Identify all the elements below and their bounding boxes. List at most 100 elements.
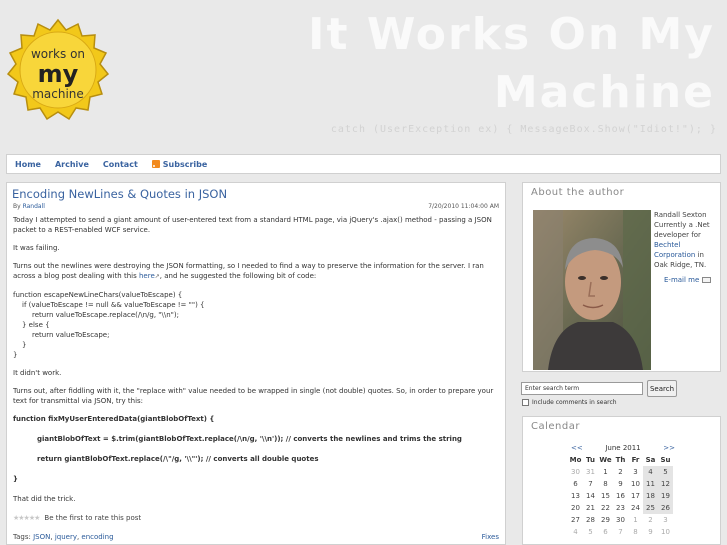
calendar-day[interactable]: 18 [643,490,658,502]
post-tags: Tags: JSON, jquery, encoding [13,533,114,541]
weekday-header: Sa [645,456,656,464]
site-title[interactable]: It Works On My Machine [265,6,715,122]
calendar-day[interactable]: 2 [613,466,628,478]
tag-link[interactable]: encoding [81,533,113,541]
calendar-day[interactable]: 24 [628,502,643,514]
calendar-day[interactable]: 5 [583,526,598,538]
company-link[interactable]: Bechtel Corporation [654,241,695,259]
code-line: return valueToEscape; [32,331,110,339]
calendar-prev-button[interactable]: << [571,444,583,452]
calendar-day[interactable]: 4 [568,526,583,538]
post-paragraph: Turns out, after fiddling with it, the "… [13,387,494,405]
calendar-next-button[interactable]: >> [663,444,675,452]
about-author-box: About the author Randall Sexton Currentl… [522,182,721,372]
calendar-day[interactable]: 17 [628,490,643,502]
site-title-line1: It Works On My [308,9,715,60]
calendar-day[interactable]: 10 [628,478,643,490]
post-paragraph: That did the trick. [13,495,76,503]
calendar-day[interactable]: 23 [613,502,628,514]
calendar-day[interactable]: 8 [628,526,643,538]
calendar-day[interactable]: 1 [628,514,643,526]
search-input[interactable] [521,382,643,395]
calendar-day[interactable]: 6 [568,478,583,490]
tag-link[interactable]: jquery [55,533,77,541]
nav-home[interactable]: Home [15,160,41,169]
weekday-header: Th [615,456,626,464]
calendar-day[interactable]: 7 [583,478,598,490]
calendar-day[interactable]: 3 [628,466,643,478]
calendar-day[interactable]: 14 [583,490,598,502]
calendar-day[interactable]: 31 [583,466,598,478]
works-on-my-machine-logo[interactable]: works on my machine [6,18,110,122]
weekday-header: Mo [569,456,582,464]
logo-text-top: works on [31,47,85,61]
code-line-bold: giantBlobOfText = $.trim(giantBlobOfText… [37,435,462,443]
calendar-day[interactable]: 8 [598,478,613,490]
code-line: function escapeNewLineChars(valueToEscap… [13,291,183,299]
code-line: } [22,341,27,349]
site-tagline: catch (UserException ex) { MessageBox.Sh… [330,124,717,135]
mail-icon [702,277,712,283]
calendar-day[interactable]: 1 [598,466,613,478]
calendar-day[interactable]: 2 [643,514,658,526]
nav-archive[interactable]: Archive [55,160,89,169]
code-line: if (valueToEscape != null && valueToEsca… [22,301,205,309]
about-title: About the author [531,187,625,198]
about-text: Randall Sexton Currently a .Net develope… [654,210,718,270]
calendar-day[interactable]: 6 [598,526,613,538]
include-comments-checkbox[interactable] [522,399,529,406]
site-title-line2: Machine [493,67,715,118]
byline-label: By [13,203,21,210]
calendar-day[interactable]: 3 [658,514,673,526]
nav-contact[interactable]: Contact [103,160,138,169]
post-title[interactable]: Encoding NewLines & Quotes in JSON [12,187,227,201]
search-button[interactable]: Search [647,380,677,397]
code-line: } else { [22,321,50,329]
code-block: function escapeNewLineChars(valueToEscap… [13,290,501,360]
calendar-day[interactable]: 15 [598,490,613,502]
calendar-day[interactable]: 5 [658,466,673,478]
post-byline: By Randall [13,203,45,210]
post-text: , and he suggested the following bit of … [159,272,317,280]
rating-stars-icon[interactable]: ★★★★★ [13,514,40,522]
calendar-day[interactable]: 25 [643,502,658,514]
category-link[interactable]: Fixes [482,533,499,541]
weekday-header: Fr [631,456,640,464]
calendar-day[interactable]: 28 [583,514,598,526]
nav-subscribe[interactable]: Subscribe [151,160,207,169]
calendar-day[interactable]: 9 [643,526,658,538]
email-label: E-mail me [664,276,700,284]
include-comments-label: Include comments in search [532,399,617,406]
weekday-header: Tu [586,456,595,464]
calendar-day[interactable]: 7 [613,526,628,538]
here-link[interactable]: here [139,272,155,280]
blog-post: Encoding NewLines & Quotes in JSON By Ra… [6,182,506,545]
calendar-box: Calendar << June 2011 >> Mo Tu We Th Fr … [522,416,721,545]
calendar-title: Calendar [531,421,580,432]
calendar-day[interactable]: 27 [568,514,583,526]
calendar-day[interactable]: 9 [613,478,628,490]
calendar-day[interactable]: 12 [658,478,673,490]
code-line-bold: function fixMyUserEnteredData(giantBlobO… [13,415,215,423]
weekday-header: Su [660,456,671,464]
calendar-day[interactable]: 30 [613,514,628,526]
calendar-day[interactable]: 11 [643,478,658,490]
calendar-day[interactable]: 13 [568,490,583,502]
calendar-day[interactable]: 30 [568,466,583,478]
logo-text-mid: my [38,60,79,88]
code-line: } [13,351,18,359]
calendar-day[interactable]: 19 [658,490,673,502]
calendar-day[interactable]: 16 [613,490,628,502]
post-author-link[interactable]: Randall [23,203,45,210]
calendar-day[interactable]: 20 [568,502,583,514]
calendar-day[interactable]: 26 [658,502,673,514]
email-link[interactable]: E-mail me [664,276,712,284]
calendar-day[interactable]: 22 [598,502,613,514]
calendar-day[interactable]: 4 [643,466,658,478]
post-paragraph: Today I attempted to send a giant amount… [13,216,492,234]
calendar-day[interactable]: 10 [658,526,673,538]
calendar-day[interactable]: 29 [598,514,613,526]
calendar-day[interactable]: 21 [583,502,598,514]
code-line: return valueToEscape.replace(/\n/g, "\\n… [32,311,179,319]
tag-link[interactable]: JSON [33,533,50,541]
